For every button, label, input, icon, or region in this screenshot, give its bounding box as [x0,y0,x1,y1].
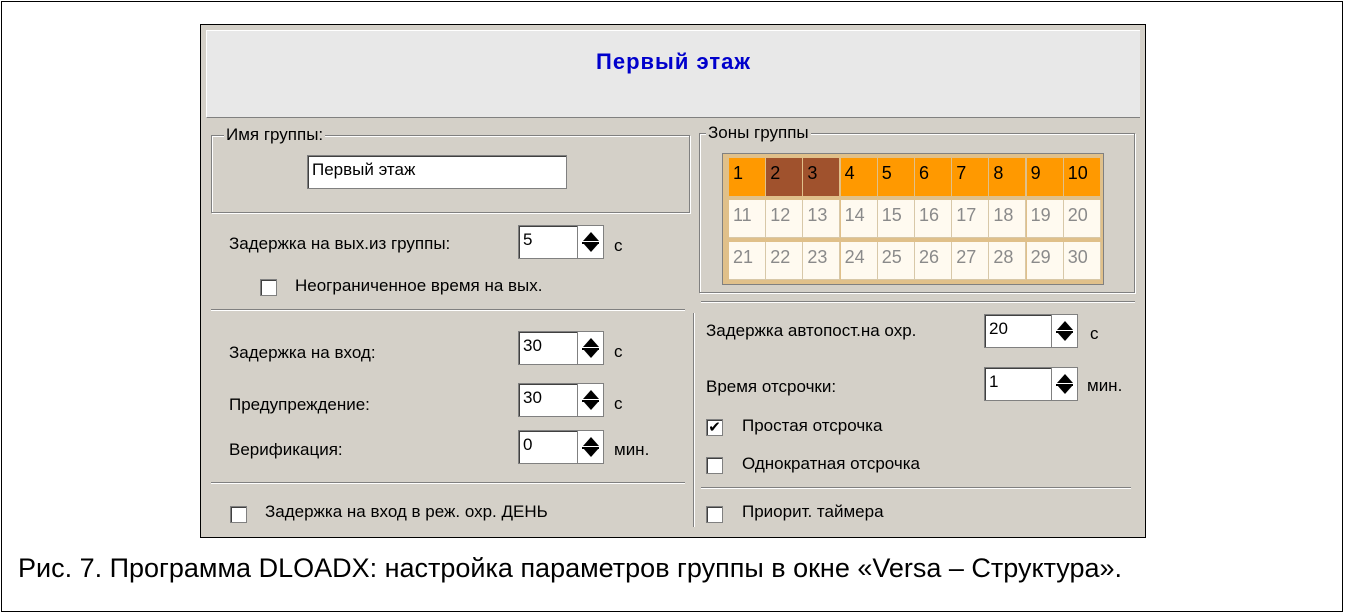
zone-cell-25[interactable]: 25 [877,242,915,280]
entry-delay-spin-buttons[interactable] [578,331,604,365]
spin-up-icon[interactable] [583,437,599,446]
spin-down-icon[interactable] [583,349,599,358]
defer-time-spinner[interactable]: 1 [984,367,1078,401]
unlimited-exit-label: Неограниченное время на вых. [295,276,543,295]
spin-up-icon[interactable] [583,390,599,399]
zone-cell-2[interactable]: 2 [766,158,804,196]
warning-spin-buttons[interactable] [578,383,604,417]
zones-grid: 1 2 3 4 5 6 7 8 9 10 11 12 13 14 15 16 17 18 19 20 21 22 23 24 2… [722,153,1104,285]
timer-priority-label: Приорит. таймера [742,502,884,521]
zone-cell-30[interactable]: 30 [1063,242,1101,280]
entry-delay-unit: с [614,342,623,361]
simple-defer-checkbox[interactable]: ✔ [706,419,723,436]
right-divider [701,301,1135,303]
zone-cell-1[interactable]: 1 [729,158,766,196]
zone-cell-29[interactable]: 29 [1026,242,1064,280]
warning-label: Предупреждение: [229,395,370,414]
entry-delay-value[interactable]: 30 [518,331,578,365]
zone-cell-28[interactable]: 28 [989,242,1027,280]
defer-time-value[interactable]: 1 [984,367,1052,401]
single-defer-label: Однократная отсрочка [742,454,920,473]
zone-cell-23[interactable]: 23 [803,242,841,280]
zone-cell-24[interactable]: 24 [840,242,878,280]
auto-arm-delay-spinner[interactable]: 20 [984,314,1078,348]
defer-time-label: Время отсрочки: [706,377,837,396]
zone-cell-6[interactable]: 6 [915,158,952,196]
unlimited-exit-checkbox[interactable] [260,279,277,296]
verification-label: Верификация: [229,440,343,459]
page-title: Первый этаж [596,49,751,74]
exit-delay-spinner[interactable]: 5 [518,225,604,259]
timer-priority-checkbox[interactable] [706,506,723,523]
verification-unit: мин. [614,440,650,459]
left-divider [211,309,685,311]
spin-up-icon[interactable] [583,338,599,347]
zone-cell-3[interactable]: 3 [803,158,841,196]
verification-spin-buttons[interactable] [578,430,604,464]
zone-cell-7[interactable]: 7 [952,158,990,196]
auto-arm-delay-value[interactable]: 20 [984,314,1052,348]
spin-up-icon[interactable] [1057,321,1073,330]
day-entry-delay-checkbox[interactable] [230,506,247,523]
verification-value[interactable]: 0 [518,430,578,464]
zone-cell-8[interactable]: 8 [989,158,1027,196]
verification-spinner[interactable]: 0 [518,430,604,464]
right-divider-bottom [701,487,1131,489]
exit-delay-label: Задержка на вых.из группы: [229,234,451,253]
zone-cell-27[interactable]: 27 [952,242,990,280]
auto-arm-delay-label: Задержка автопост.на охр. [706,321,917,340]
spin-down-icon[interactable] [1057,385,1073,394]
zone-cell-14[interactable]: 14 [840,200,878,238]
defer-time-spin-buttons[interactable] [1052,367,1078,401]
group-name-legend: Имя группы: [224,125,326,145]
zone-cell-26[interactable]: 26 [915,242,952,280]
day-entry-delay-label: Задержка на вход в реж. охр. ДЕНЬ [265,502,548,521]
zone-cell-9[interactable]: 9 [1026,158,1064,196]
zone-cell-12[interactable]: 12 [766,200,804,238]
spin-down-icon[interactable] [583,401,599,410]
vertical-divider [693,313,695,527]
spin-up-icon[interactable] [583,232,599,241]
exit-delay-value[interactable]: 5 [518,225,578,259]
zone-cell-5[interactable]: 5 [877,158,915,196]
zone-cell-15[interactable]: 15 [877,200,915,238]
zone-cell-10[interactable]: 10 [1063,158,1101,196]
checkmark-icon: ✔ [708,419,721,436]
spin-up-icon[interactable] [1057,374,1073,383]
spin-down-icon[interactable] [1057,332,1073,341]
figure-caption: Рис. 7. Программа DLOADX: настройка пара… [18,553,1123,583]
zone-cell-18[interactable]: 18 [989,200,1027,238]
group-settings-window: Первый этаж Имя группы: Первый этаж Заде… [200,24,1146,538]
entry-delay-label: Задержка на вход: [229,343,376,362]
defer-time-unit: мин. [1087,376,1123,395]
warning-spinner[interactable]: 30 [518,383,604,417]
zone-cell-4[interactable]: 4 [840,158,878,196]
spin-down-icon[interactable] [583,243,599,252]
left-divider-bottom [211,482,685,484]
zone-cell-19[interactable]: 19 [1026,200,1064,238]
warning-value[interactable]: 30 [518,383,578,417]
zone-cell-17[interactable]: 17 [952,200,990,238]
group-name-input[interactable]: Первый этаж [307,155,567,189]
zone-cell-21[interactable]: 21 [729,242,766,280]
group-name-groupbox: Имя группы: Первый этаж [211,125,690,213]
spin-down-icon[interactable] [583,448,599,457]
exit-delay-spin-buttons[interactable] [578,225,604,259]
window-header: Первый этаж [206,30,1140,118]
zone-cell-13[interactable]: 13 [803,200,841,238]
single-defer-checkbox[interactable] [706,457,723,474]
auto-arm-delay-spin-buttons[interactable] [1052,314,1078,348]
exit-delay-unit: с [614,236,623,255]
zone-cell-11[interactable]: 11 [729,200,766,238]
auto-arm-delay-unit: с [1090,324,1099,343]
zones-legend: Зоны группы [706,123,811,143]
warning-unit: с [614,394,623,413]
entry-delay-spinner[interactable]: 30 [518,331,604,365]
zone-cell-16[interactable]: 16 [915,200,952,238]
zone-cell-20[interactable]: 20 [1063,200,1101,238]
zone-cell-22[interactable]: 22 [766,242,804,280]
simple-defer-label: Простая отсрочка [742,416,883,435]
